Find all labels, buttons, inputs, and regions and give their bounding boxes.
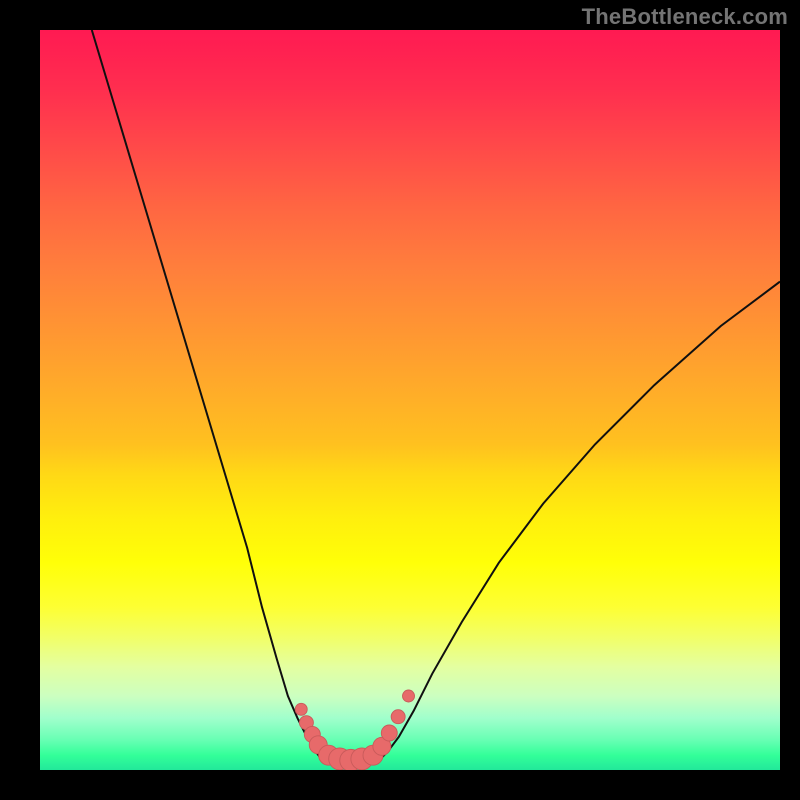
highlight-marker — [295, 703, 307, 715]
plot-area — [40, 30, 780, 770]
chart-frame: TheBottleneck.com — [0, 0, 800, 800]
highlight-marker — [381, 725, 397, 741]
highlight-marker — [403, 690, 415, 702]
watermark-text: TheBottleneck.com — [582, 4, 788, 30]
highlight-marker — [391, 710, 405, 724]
bottleneck-curve-svg — [40, 30, 780, 770]
bottleneck-curve-path — [92, 30, 780, 761]
